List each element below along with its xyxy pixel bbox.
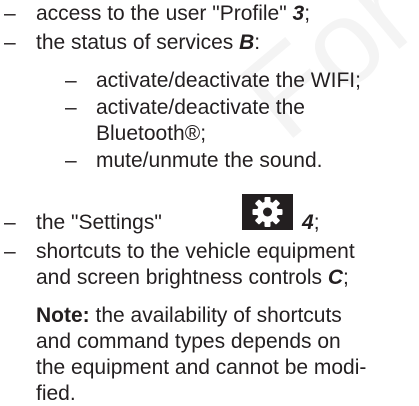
sub-list-dash: – [65,96,77,119]
sub-item-bluetooth-line2: Bluetooth®; [96,122,207,145]
sub-item-bluetooth-line1: activate/deactivate the [96,96,305,119]
gear-icon [242,194,293,230]
callout-ref: C [327,266,344,289]
sub-item-wifi: activate/deactivate the WIFI; [96,69,361,92]
list-item-shortcuts-line1: shortcuts to the vehicle equipment [36,240,355,263]
sub-item-sound: mute/unmute the sound. [96,149,323,172]
note-line3: the equipment and cannot be modi- [36,356,367,379]
list-item-shortcuts-line2: and screen brightness controls C; [36,266,349,289]
note-line2: and command types depends on [36,330,341,353]
note-line1: Note: the availability of shortcuts [36,304,342,327]
note-label: Note: [36,304,90,327]
list-dash: – [4,31,16,54]
callout-ref: B [239,31,255,54]
note-line4: fied. [36,382,76,405]
list-item-profile: access to the user "Profile" 3; [36,2,311,25]
list-dash: – [4,211,16,234]
callout-ref: 3 [292,2,305,25]
list-dash: – [4,2,16,25]
settings-ref: 4; [302,211,320,234]
list-item-services: the status of services B: [36,31,261,54]
sub-list-dash: – [65,69,77,92]
sub-list-dash: – [65,149,77,172]
list-dash: – [4,240,16,263]
list-item-settings: the "Settings" [36,211,162,234]
